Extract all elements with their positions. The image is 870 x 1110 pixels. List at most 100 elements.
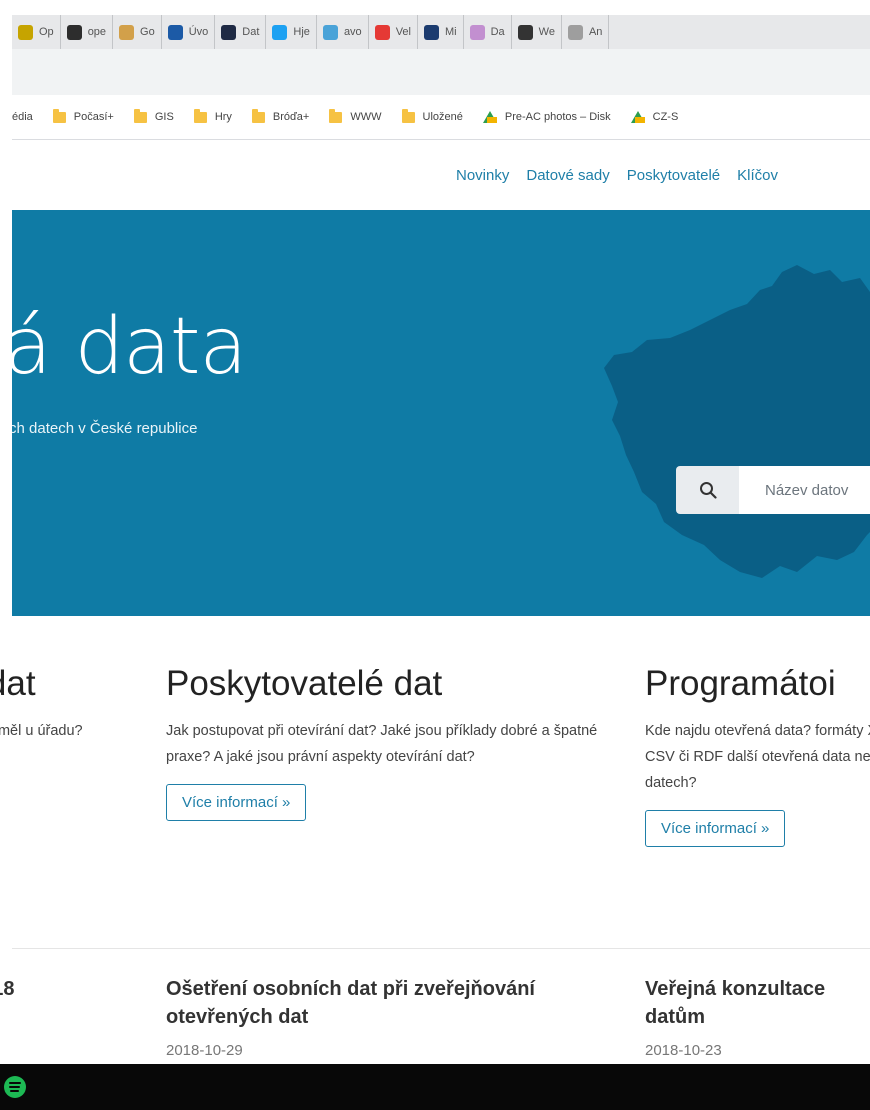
bookmark-item[interactable]: édia (12, 111, 33, 123)
news-item[interactable]: nce 2018 (0, 975, 140, 1003)
bookmark-label: CZ-S (652, 111, 679, 123)
bookmark-item[interactable]: Pre-AC photos – Disk (482, 111, 611, 123)
hero-subtitle: ch datech v České republice (12, 420, 198, 437)
folder-icon (251, 108, 265, 123)
news-date: 2018-10-29 (166, 1042, 243, 1059)
main-navigation: Novinky Datové sady Poskytovatelé Klíčov (456, 167, 795, 185)
search-icon (699, 482, 717, 499)
browser-tab[interactable]: Úvo (162, 15, 216, 49)
folder-icon (133, 108, 147, 123)
nav-link-news[interactable]: Novinky (456, 167, 509, 184)
tab-title: Op (39, 26, 54, 38)
browser-tab[interactable]: Da (464, 15, 512, 49)
browser-tab[interactable]: Op (12, 15, 61, 49)
tab-title: An (588, 26, 603, 38)
bookmark-label: GIS (154, 111, 174, 123)
browser-tab[interactable]: Mi (418, 15, 464, 49)
tab-favicon-icon (119, 24, 135, 40)
tab-favicon-icon (374, 24, 390, 40)
nav-link-providers[interactable]: Poskytovatelé (627, 167, 720, 184)
tab-title: Go (140, 26, 155, 38)
folder-icon (329, 108, 343, 123)
bookmark-label: Uložené (422, 111, 463, 123)
info-column-data-opening: ní dat bych je měl u úřadu? (0, 664, 140, 744)
column-text: Kde najdu otevřená data? formáty XML, CS… (645, 723, 870, 791)
bookmark-item[interactable]: CZ-S (630, 111, 679, 123)
bookmark-item[interactable]: GIS (133, 108, 174, 123)
hero-banner: á data ch datech v České republice (12, 210, 870, 616)
browser-tab[interactable]: Go (113, 15, 162, 49)
tab-title: ope (87, 26, 107, 38)
tab-title: Mi (444, 26, 457, 38)
tab-favicon-icon (469, 24, 485, 40)
browser-tab[interactable]: avo (317, 15, 369, 49)
column-text: Jak postupovat při otevírání dat? Jaké j… (166, 723, 598, 765)
browser-tab[interactable]: Dat (215, 15, 267, 49)
bookmark-item[interactable]: Uložené (401, 108, 463, 123)
bookmark-label: Bróďa+ (272, 111, 310, 123)
tab-title: Vel (395, 26, 411, 38)
tab-favicon-icon (221, 24, 237, 40)
nav-link-keywords[interactable]: Klíčov (737, 167, 778, 184)
tab-title: Úvo (188, 26, 209, 38)
bookmark-item[interactable]: Hry (193, 108, 232, 123)
nav-link-datasets[interactable]: Datové sady (526, 167, 609, 184)
section-divider (12, 948, 870, 949)
more-info-button[interactable]: Více informací » (166, 784, 307, 821)
column-title: ní dat (0, 664, 36, 703)
folder-icon (193, 108, 207, 123)
bookmark-label: Pre-AC photos – Disk (504, 111, 611, 123)
tab-favicon-icon (167, 24, 183, 40)
bookmark-label: Hry (214, 111, 232, 123)
bookmark-item[interactable]: Počasí+ (52, 108, 114, 123)
tab-title: Dat (242, 26, 260, 38)
browser-tab-strip: Op ope Go Úvo Dat Hje avo Vel Mi Da We An (12, 15, 870, 49)
browser-tab[interactable]: An (562, 15, 610, 49)
column-title: Poskytovatelé dat (166, 664, 443, 703)
bookmarks-bar: édia Počasí+ GIS Hry Bróďa+ WWW Uložené Pre-AC … (12, 95, 870, 140)
column-title: Programátoi (645, 664, 836, 703)
browser-tab[interactable]: Hje (266, 15, 317, 49)
spotify-icon[interactable] (4, 1076, 26, 1098)
news-item[interactable]: Ošetření osobních dat při zveřejňování o… (166, 975, 616, 1065)
tab-favicon-icon (567, 24, 583, 40)
news-date: 2018-10-23 (645, 1042, 722, 1059)
tab-title: We (538, 26, 555, 38)
info-column-providers: Poskytovatelé dat Jak postupovat při ote… (166, 664, 616, 821)
folder-icon (52, 108, 66, 123)
bookmark-item[interactable]: Bróďa+ (251, 108, 310, 123)
google-drive-icon (482, 111, 497, 123)
search-button[interactable] (676, 466, 739, 514)
search-input[interactable] (739, 466, 870, 514)
info-column-programmers: Programátoi Kde najdu otevřená data? for… (645, 664, 870, 847)
folder-icon (401, 108, 415, 123)
bookmark-label: Počasí+ (73, 111, 114, 123)
bookmark-label: édia (12, 111, 33, 123)
bookmark-item[interactable]: WWW (329, 108, 382, 123)
tab-favicon-icon (18, 24, 33, 40)
news-title[interactable]: Veřejná konzultace datům (645, 975, 870, 1031)
news-title[interactable]: nce 2018 (0, 975, 140, 1003)
tab-title: Hje (293, 26, 310, 38)
google-drive-icon (630, 111, 645, 123)
dataset-search (676, 466, 870, 514)
tab-favicon-icon (517, 24, 533, 40)
tab-title: Da (490, 26, 505, 38)
browser-tab[interactable]: Vel (369, 15, 418, 49)
news-title[interactable]: Ošetření osobních dat při zveřejňování o… (166, 978, 535, 1028)
browser-tab[interactable]: We (512, 15, 562, 49)
tab-favicon-icon (423, 24, 439, 40)
news-item[interactable]: Veřejná konzultace datům 2018-10-23 (645, 975, 870, 1065)
more-info-button[interactable]: Více informací » (645, 810, 786, 847)
tab-favicon-icon (66, 24, 82, 40)
column-text: bych je měl u úřadu? (0, 723, 83, 739)
hero-title: á data (12, 302, 247, 392)
tab-favicon-icon (322, 24, 338, 40)
tab-title: avo (343, 26, 362, 38)
browser-tab[interactable]: ope (61, 15, 114, 49)
tab-favicon-icon (272, 24, 288, 40)
address-bar[interactable] (12, 49, 870, 95)
site-header: Novinky Datové sady Poskytovatelé Klíčov (12, 140, 870, 210)
os-taskbar (0, 1064, 870, 1110)
czech-republic-map (604, 265, 870, 578)
